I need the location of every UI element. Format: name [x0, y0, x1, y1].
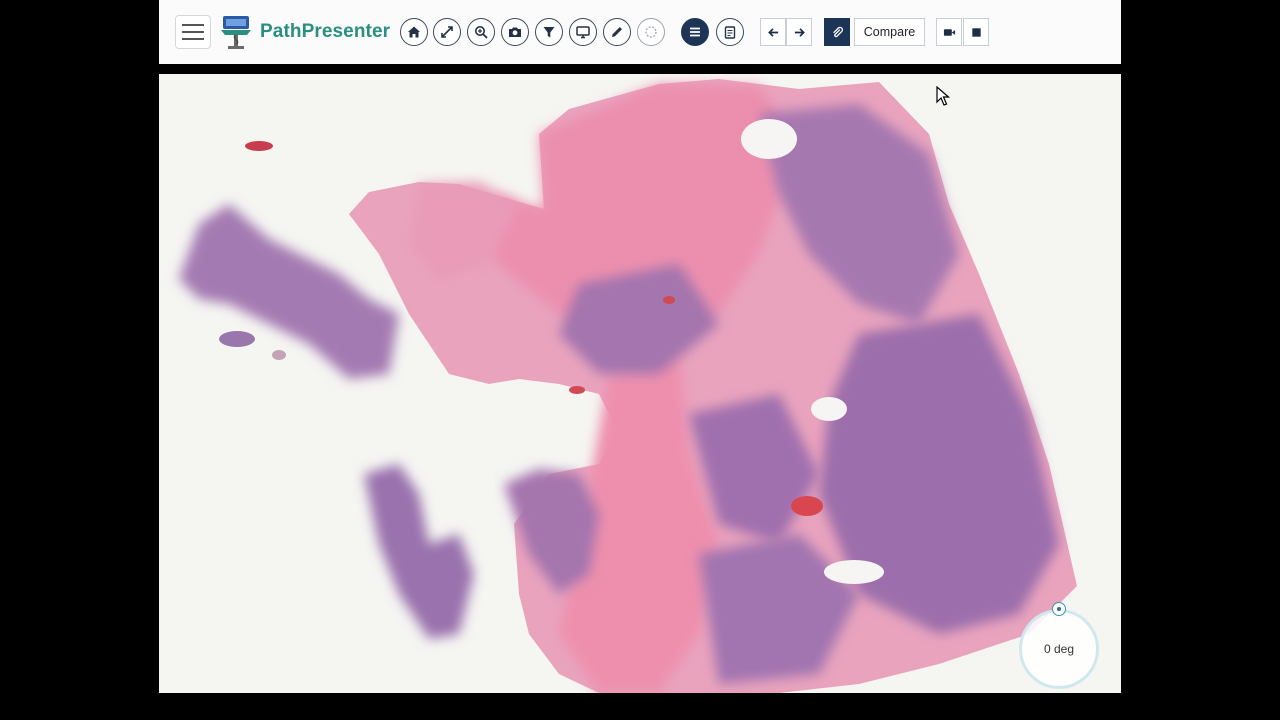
- paperclip-icon: [832, 26, 843, 37]
- fullscreen-button[interactable]: [433, 18, 461, 46]
- mouse-cursor-icon: [936, 86, 950, 106]
- clipboard-icon: [724, 26, 736, 39]
- home-button[interactable]: [400, 18, 428, 46]
- rotation-label: 0 deg: [1043, 642, 1075, 656]
- rotate-icon: [645, 26, 657, 38]
- filter-icon: [543, 27, 555, 38]
- rotate-button[interactable]: [637, 18, 665, 46]
- hamburger-menu-button[interactable]: [175, 15, 211, 49]
- menu-line-icon: [182, 31, 204, 33]
- rotation-control[interactable]: 0 deg: [1019, 602, 1105, 693]
- stop-button[interactable]: [963, 18, 989, 46]
- previous-button[interactable]: [760, 18, 786, 46]
- report-button[interactable]: [716, 18, 744, 46]
- camera-icon: [509, 27, 521, 37]
- home-icon: [408, 26, 420, 38]
- pencil-icon: [612, 27, 622, 37]
- filter-button[interactable]: [535, 18, 563, 46]
- stop-icon: [971, 27, 981, 37]
- brand-name: PathPresenter: [260, 21, 391, 42]
- zoom-icon: [475, 26, 488, 39]
- toolbar-divider: [159, 64, 1121, 74]
- menu-line-icon: [182, 38, 204, 40]
- pathpresenter-logo-icon: [221, 16, 251, 49]
- next-button[interactable]: [786, 18, 812, 46]
- arrow-right-icon: [794, 27, 805, 37]
- expand-arrows-icon: [441, 26, 453, 38]
- rotation-handle-dot-icon: [1057, 607, 1061, 611]
- annotate-button[interactable]: [603, 18, 631, 46]
- snapshot-button[interactable]: [501, 18, 529, 46]
- toolbar: PathPresenter Compare: [159, 0, 1121, 65]
- monitor-icon: [576, 26, 590, 39]
- rotation-dial[interactable]: 0 deg: [1019, 609, 1099, 689]
- list-icon: [690, 27, 700, 37]
- list-button[interactable]: [681, 18, 709, 46]
- compare-button[interactable]: Compare: [854, 18, 925, 46]
- present-button[interactable]: [569, 18, 597, 46]
- rotation-handle[interactable]: [1052, 602, 1066, 616]
- slide-viewer[interactable]: 0 deg: [159, 74, 1121, 693]
- menu-line-icon: [182, 24, 204, 26]
- arrow-left-icon: [767, 27, 778, 37]
- tissue-slide-image: [159, 74, 1121, 693]
- zoom-button[interactable]: [467, 18, 495, 46]
- record-video-button[interactable]: [936, 18, 962, 46]
- video-camera-icon: [943, 28, 955, 36]
- attach-button[interactable]: [824, 18, 850, 46]
- pathpresenter-app: PathPresenter Compare 0 deg: [159, 0, 1121, 693]
